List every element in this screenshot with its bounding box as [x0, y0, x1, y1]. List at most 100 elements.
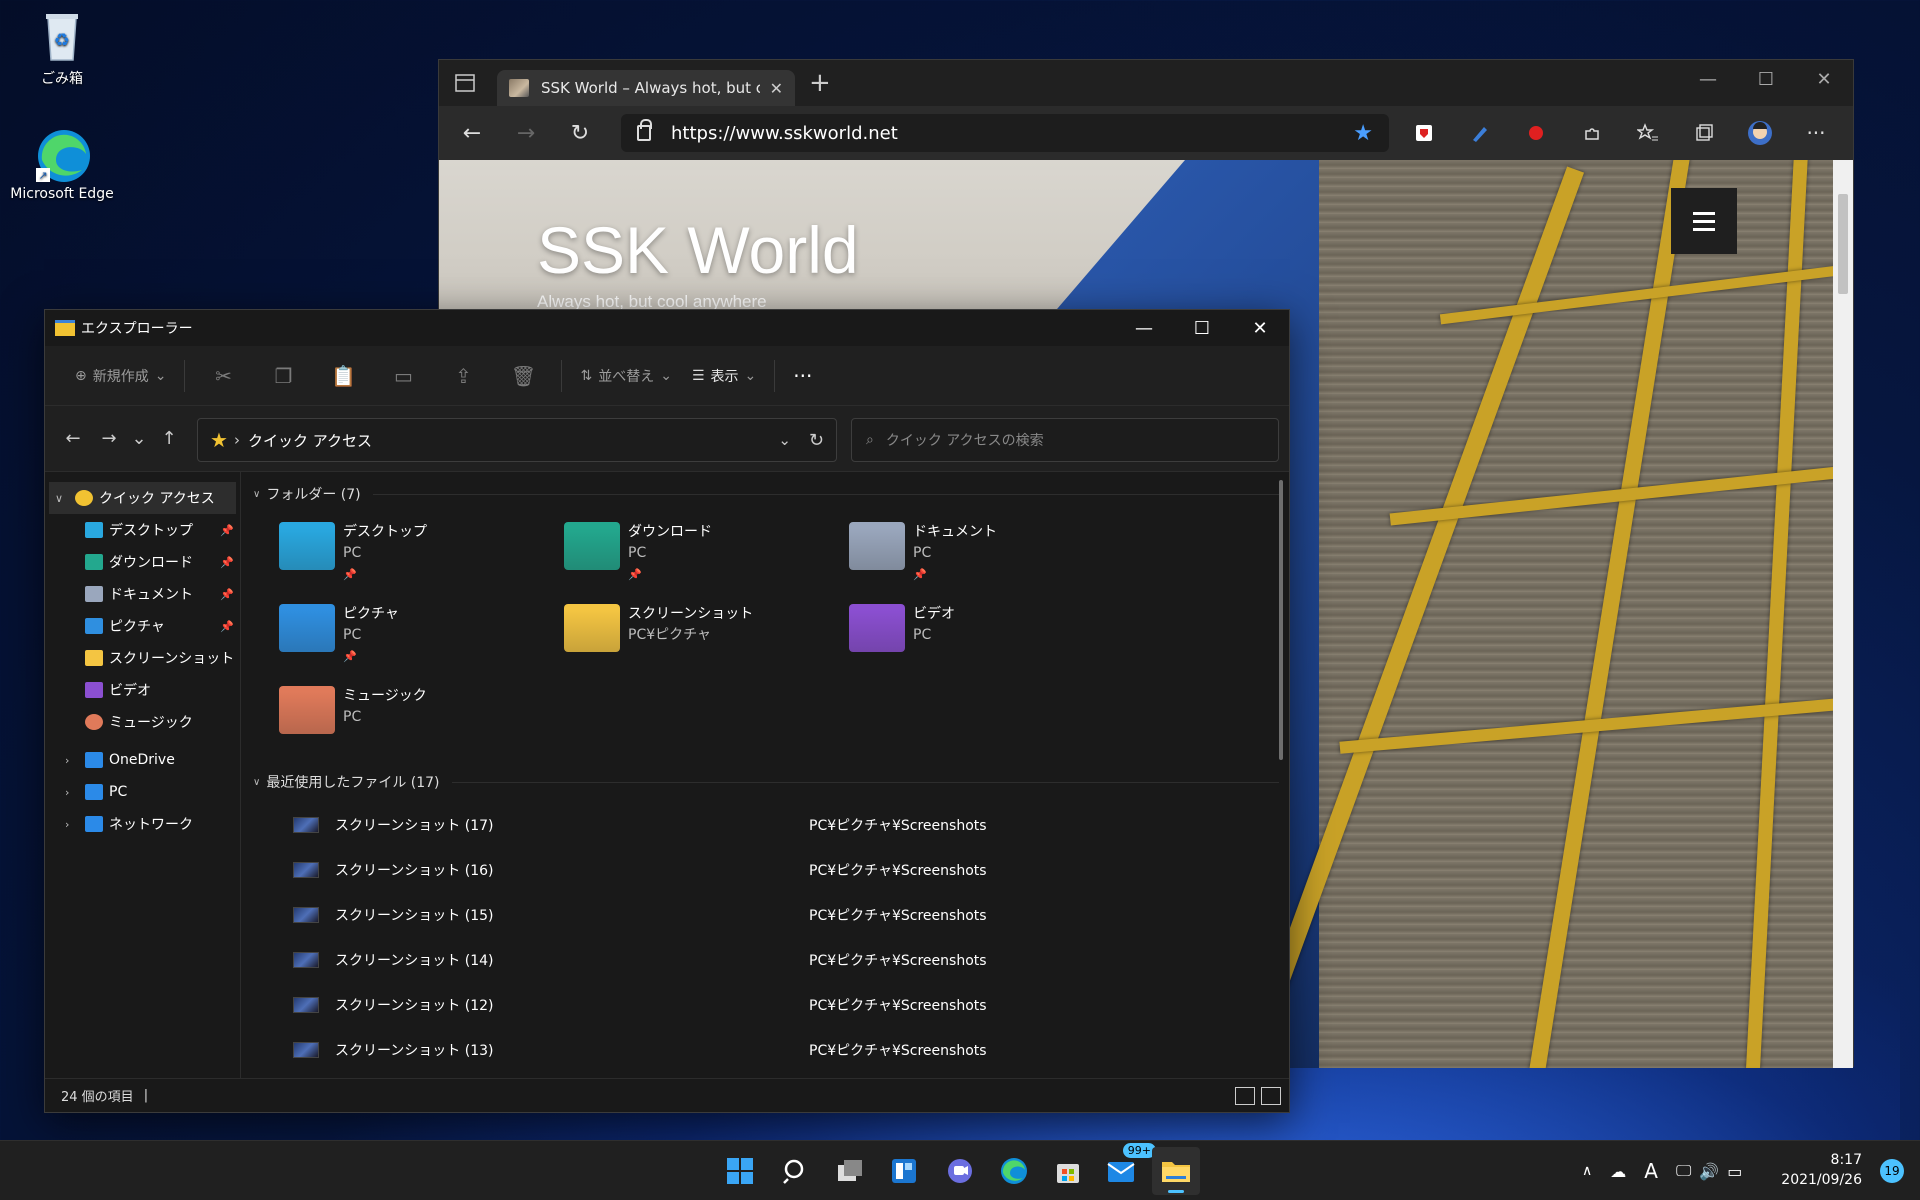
scrollbar-thumb[interactable] — [1838, 194, 1848, 294]
forward-button[interactable]: → — [505, 112, 547, 154]
explorer-taskbar-button[interactable] — [1152, 1147, 1200, 1195]
site-title[interactable]: SSK World — [537, 212, 859, 288]
mail-button[interactable]: 99+ — [1098, 1143, 1156, 1195]
recent-file-row[interactable]: スクリーンショット (13) PC¥ピクチャ¥Screenshots — [253, 1027, 1279, 1072]
favorite-star-icon[interactable]: ★ — [1353, 121, 1373, 146]
new-button[interactable]: ⊕ 新規作成 ⌄ — [65, 356, 176, 396]
extension-shield-icon[interactable] — [1409, 118, 1439, 148]
recent-file-row[interactable]: スクリーンショット (15) PC¥ピクチャ¥Screenshots — [253, 892, 1279, 937]
paste-button[interactable]: 📋 — [313, 356, 373, 396]
breadcrumb[interactable]: クイック アクセス — [248, 430, 778, 451]
chevron-right-icon[interactable]: › — [65, 754, 79, 767]
recent-group-header[interactable]: ∨ 最近使用したファイル (17) — [253, 768, 1279, 796]
teams-chat-button[interactable] — [936, 1147, 984, 1195]
onedrive-cloud-icon[interactable]: ☁ — [1610, 1162, 1626, 1181]
url-text[interactable]: https://www.sskworld.net — [671, 123, 1353, 144]
copy-button[interactable]: ❐ — [253, 356, 313, 396]
cut-button[interactable]: ✂ — [193, 356, 253, 396]
view-button[interactable]: ☰ 表示 ⌄ — [682, 356, 766, 396]
chevron-right-icon[interactable]: › — [65, 786, 79, 799]
settings-more-button[interactable]: ··· — [1801, 118, 1831, 148]
extension-record-icon[interactable] — [1521, 118, 1551, 148]
sidebar-item[interactable]: スクリーンショット — [45, 642, 240, 674]
folder-tile[interactable]: スクリーンショット PC¥ピクチャ — [564, 596, 849, 678]
folder-tile[interactable]: ビデオ PC — [849, 596, 1134, 678]
maximize-button[interactable]: ☐ — [1737, 60, 1795, 98]
search-button[interactable] — [772, 1147, 820, 1195]
start-button[interactable] — [716, 1147, 764, 1195]
search-placeholder[interactable]: クイック アクセスの検索 — [886, 430, 1044, 450]
recent-file-row[interactable]: スクリーンショット (12) PC¥ピクチャ¥Screenshots — [253, 982, 1279, 1027]
folder-tile[interactable]: ダウンロード PC 📌 — [564, 514, 849, 596]
refresh-button[interactable]: ↻ — [559, 112, 601, 154]
chevron-down-icon[interactable]: ∨ — [55, 492, 69, 505]
sidebar-item[interactable]: ドキュメント 📌 — [45, 578, 240, 610]
details-view-icon[interactable] — [1235, 1087, 1255, 1105]
site-menu-button[interactable] — [1671, 188, 1737, 254]
sidebar-item[interactable]: ビデオ — [45, 674, 240, 706]
favorites-icon[interactable] — [1633, 118, 1663, 148]
close-tab-icon[interactable]: ✕ — [770, 79, 783, 98]
close-button[interactable]: ✕ — [1231, 310, 1289, 346]
network-icon[interactable]: 🖵 — [1676, 1161, 1691, 1181]
sidebar-item[interactable]: ミュージック — [45, 706, 240, 738]
collections-icon[interactable] — [1689, 118, 1719, 148]
lock-icon[interactable] — [637, 119, 652, 141]
edge-taskbar-button[interactable] — [990, 1147, 1038, 1195]
folder-tile[interactable]: ドキュメント PC 📌 — [849, 514, 1134, 596]
chevron-down-icon[interactable]: ⌄ — [778, 431, 791, 449]
forward-button[interactable]: → — [91, 421, 127, 457]
extensions-puzzle-icon[interactable] — [1577, 118, 1607, 148]
desktop-icon-edge[interactable]: ↗ Microsoft Edge — [7, 126, 117, 202]
volume-icon[interactable]: 🔊 — [1699, 1162, 1719, 1181]
refresh-icon[interactable]: ↻ — [809, 430, 824, 451]
store-button[interactable] — [1044, 1147, 1092, 1195]
folder-tile[interactable]: ミュージック PC — [279, 678, 564, 760]
new-tab-button[interactable]: + — [809, 68, 831, 98]
desktop-icon-recycle-bin[interactable]: ♻ ごみ箱 — [7, 8, 117, 88]
tiles-view-icon[interactable] — [1261, 1087, 1281, 1105]
clock[interactable]: 8:17 2021/09/26 — [1781, 1150, 1862, 1190]
ime-indicator[interactable]: A — [1644, 1159, 1658, 1183]
chevron-right-icon[interactable]: › — [65, 818, 79, 831]
search-box[interactable]: ⌕ クイック アクセスの検索 — [851, 418, 1279, 462]
share-button[interactable]: ⇪ — [433, 356, 493, 396]
minimize-button[interactable]: — — [1679, 60, 1737, 98]
folder-tile[interactable]: デスクトップ PC 📌 — [279, 514, 564, 596]
maximize-button[interactable]: ☐ — [1173, 310, 1231, 346]
address-bar[interactable]: https://www.sskworld.net ★ — [621, 114, 1389, 152]
rename-button[interactable]: ▭ — [373, 356, 433, 396]
recent-file-row[interactable]: スクリーンショット (17) PC¥ピクチャ¥Screenshots — [253, 802, 1279, 847]
recent-file-row[interactable]: スクリーンショット (14) PC¥ピクチャ¥Screenshots — [253, 937, 1279, 982]
delete-button[interactable]: 🗑 — [493, 356, 553, 396]
sidebar-item[interactable]: デスクトップ 📌 — [45, 514, 240, 546]
widgets-button[interactable] — [880, 1147, 928, 1195]
sidebar-item[interactable]: ∨ クイック アクセス — [49, 482, 236, 514]
battery-icon[interactable]: ▭ — [1727, 1162, 1742, 1181]
see-more-button[interactable]: ··· — [783, 356, 822, 396]
back-button[interactable]: ← — [55, 421, 91, 457]
folders-group-header[interactable]: ∨ フォルダー (7) — [253, 480, 1279, 508]
sidebar-item[interactable]: ダウンロード 📌 — [45, 546, 240, 578]
show-hidden-icons-chevron-icon[interactable]: ∧ — [1582, 1163, 1592, 1179]
browser-tab[interactable]: SSK World – Always hot, but cool anywher… — [497, 70, 795, 106]
up-button[interactable]: ↑ — [151, 421, 187, 457]
recent-file-row[interactable]: スクリーンショット (16) PC¥ピクチャ¥Screenshots — [253, 847, 1279, 892]
folder-tile[interactable]: ピクチャ PC 📌 — [279, 596, 564, 678]
profile-avatar-icon[interactable] — [1745, 118, 1775, 148]
sidebar-item[interactable]: › PC — [45, 776, 240, 808]
notification-count-badge[interactable]: 19 — [1880, 1159, 1904, 1183]
recent-locations-button[interactable]: ⌄ — [127, 421, 151, 457]
task-view-button[interactable] — [826, 1147, 874, 1195]
extension-pen-icon[interactable] — [1465, 118, 1495, 148]
tab-actions-icon[interactable] — [455, 74, 479, 94]
content-scrollbar[interactable] — [1279, 480, 1283, 760]
minimize-button[interactable]: — — [1115, 310, 1173, 346]
page-scrollbar[interactable] — [1833, 160, 1853, 1068]
sort-button[interactable]: ⇅ 並べ替え ⌄ — [570, 356, 681, 396]
back-button[interactable]: ← — [451, 112, 493, 154]
address-bar[interactable]: ★ › クイック アクセス ⌄ ↻ — [197, 418, 837, 462]
sidebar-item[interactable]: › ネットワーク — [45, 808, 240, 840]
close-button[interactable]: ✕ — [1795, 60, 1853, 98]
sidebar-item[interactable]: › OneDrive — [45, 744, 240, 776]
